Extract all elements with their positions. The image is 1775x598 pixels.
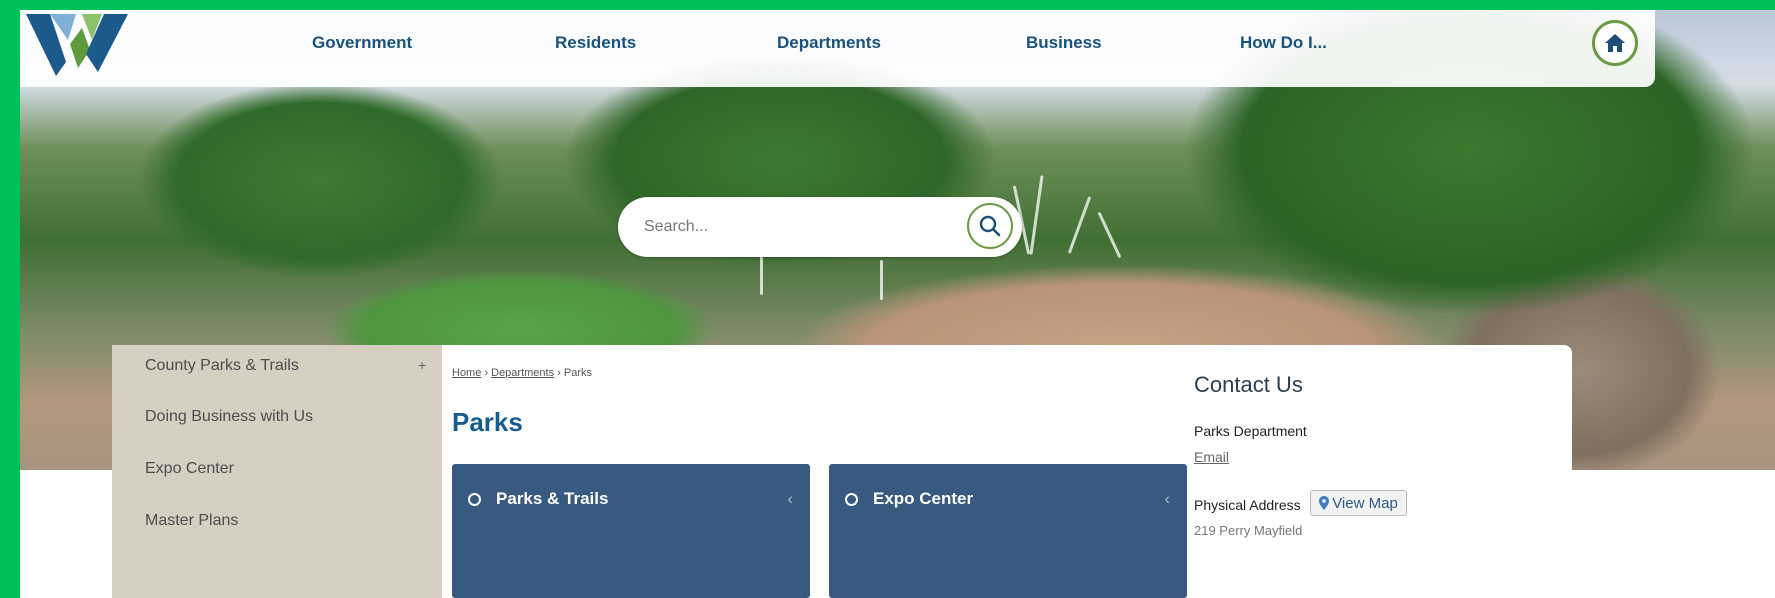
view-map-button[interactable]: View Map [1310, 490, 1407, 516]
browser-viewport: Government Residents Departments Busines… [20, 10, 1775, 598]
sidebar-item-county-parks-trails[interactable]: County Parks & Trails [145, 357, 299, 375]
breadcrumb: Home › Departments › Parks [452, 367, 592, 379]
map-pin-icon [1319, 496, 1330, 510]
physical-address-label: Physical Address [1194, 497, 1301, 513]
view-map-label: View Map [1332, 494, 1398, 512]
sidebar-item-expo-center[interactable]: Expo Center [145, 460, 234, 478]
search-button[interactable] [967, 203, 1013, 249]
address-line: 219 Perry Mayfield [1194, 523, 1303, 538]
home-button[interactable] [1592, 20, 1638, 66]
search-bar [618, 197, 1022, 257]
nav-how-do-i[interactable]: How Do I... [1240, 33, 1327, 53]
chevron-left-icon[interactable]: ‹ [1164, 489, 1170, 509]
card-expo-center[interactable]: Expo Center ‹ [829, 464, 1187, 598]
nav-departments[interactable]: Departments [777, 33, 881, 53]
breadcrumb-separator: › [481, 367, 492, 379]
contact-department: Parks Department [1194, 423, 1307, 439]
nav-government[interactable]: Government [312, 33, 412, 53]
site-header: Government Residents Departments Busines… [20, 10, 1655, 87]
circle-icon [468, 493, 481, 506]
main-content: Home › Departments › Parks Parks Parks &… [442, 345, 1572, 598]
expand-icon[interactable]: + [418, 357, 426, 373]
contact-email-link[interactable]: Email [1194, 449, 1229, 465]
search-input[interactable] [642, 211, 946, 243]
chevron-left-icon[interactable]: ‹ [787, 489, 793, 509]
sidebar-item-doing-business[interactable]: Doing Business with Us [145, 408, 313, 426]
breadcrumb-separator: › [554, 367, 564, 379]
card-parks-trails[interactable]: Parks & Trails ‹ [452, 464, 810, 598]
home-icon [1605, 34, 1625, 52]
search-icon [979, 215, 1001, 237]
county-logo[interactable] [26, 14, 128, 76]
nav-residents[interactable]: Residents [555, 33, 636, 53]
card-label: Expo Center [873, 489, 974, 508]
breadcrumb-home[interactable]: Home [452, 367, 481, 379]
nav-business[interactable]: Business [1026, 33, 1102, 53]
sidebar-nav: County Parks & Trails + Doing Business w… [112, 345, 442, 598]
breadcrumb-departments[interactable]: Departments [491, 367, 554, 379]
circle-icon [845, 493, 858, 506]
sidebar-item-master-plans[interactable]: Master Plans [145, 512, 238, 530]
contact-title: Contact Us [1194, 372, 1303, 397]
breadcrumb-current: Parks [563, 367, 593, 379]
card-label: Parks & Trails [496, 489, 609, 508]
page-title: Parks [452, 407, 523, 437]
